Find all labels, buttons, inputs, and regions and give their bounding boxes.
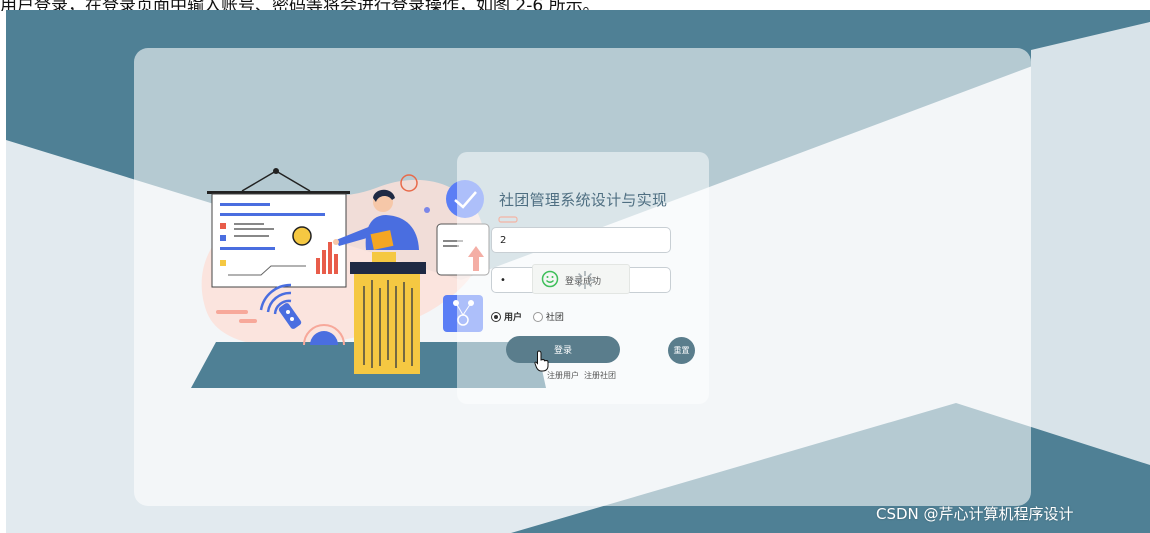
login-screen: 社团管理系统设计与实现 登录成功 用户 社团 登录 [6, 10, 1150, 533]
role-user-radio[interactable] [491, 312, 501, 322]
register-links: 注册用户 注册社团 [547, 370, 621, 381]
app-title: 社团管理系统设计与实现 [499, 191, 668, 209]
login-button[interactable]: 登录 [506, 336, 620, 363]
login-success-toast: 登录成功 [532, 264, 630, 294]
hand-cursor-icon [534, 350, 549, 372]
role-club-label[interactable]: 社团 [546, 313, 564, 323]
loading-spinner-icon [576, 271, 594, 289]
register-club-link[interactable]: 注册社团 [584, 371, 616, 380]
username-input[interactable] [491, 227, 671, 253]
smile-icon [541, 270, 559, 288]
role-club-radio[interactable] [532, 312, 543, 322]
csdn-watermark: CSDN @芹心计算机程序设计 [876, 505, 1074, 523]
register-user-link[interactable]: 注册用户 [547, 371, 579, 380]
role-selector: 用户 社团 [491, 310, 572, 323]
reset-button[interactable]: 重置 [668, 337, 695, 364]
role-user-label[interactable]: 用户 [504, 313, 522, 323]
page: 用户登录，在登录页面中输入账号、密码等将会进行登录操作，如图 2-6 所示。 社… [0, 0, 1150, 533]
